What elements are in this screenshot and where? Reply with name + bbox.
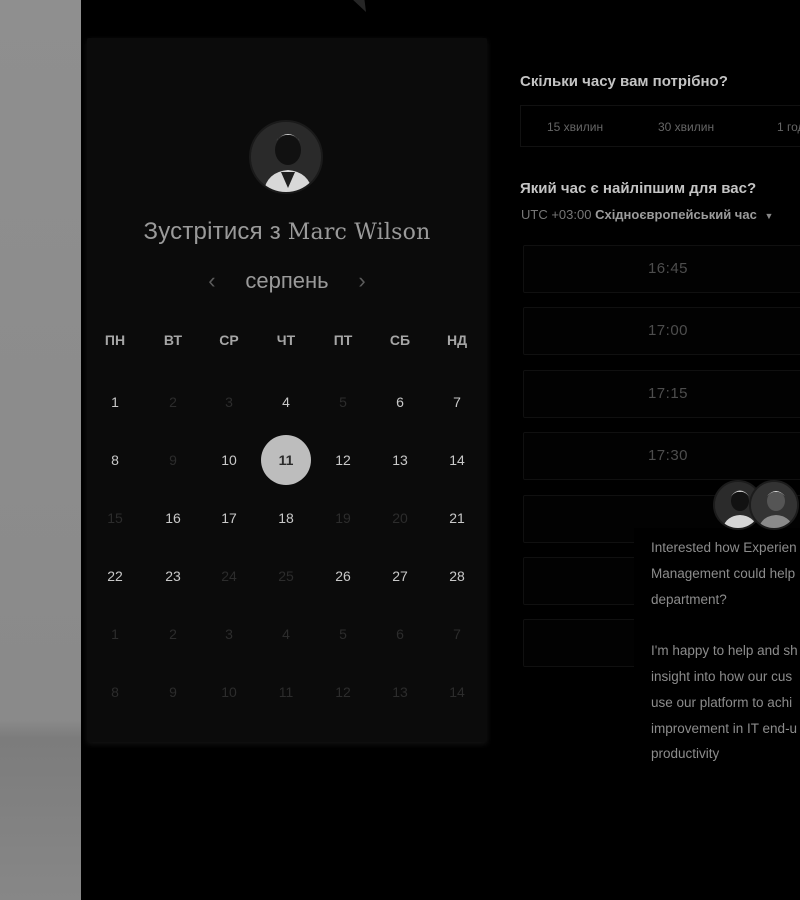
calendar-day[interactable]: 13 (380, 440, 420, 480)
chat-message-line: improvement in IT end-u (651, 720, 798, 736)
chat-message-line: Management could help (651, 565, 796, 581)
calendar-day: 14 (449, 684, 465, 700)
chat-message-line: Interested how Experien (651, 540, 797, 555)
chevron-right-icon[interactable]: › (351, 268, 373, 294)
calendar-day: 4 (282, 626, 290, 642)
calendar-day: 3 (225, 626, 233, 642)
time-slot[interactable]: 16:45 (523, 245, 800, 293)
chat-agent-avatar (749, 480, 799, 530)
calendar-day: 2 (169, 394, 177, 410)
duration-option[interactable]: 15 хвилин (547, 106, 603, 148)
time-slot[interactable]: 17:15 (523, 370, 800, 418)
timezone-selector[interactable]: UTC +03:00 Східноєвропейський час ▼ (521, 207, 773, 222)
month-navigation: ‹ серпень › (87, 268, 487, 298)
weekday-label: ЧТ (276, 332, 296, 348)
time-slot[interactable]: 17:30 (523, 432, 800, 480)
host-name: Marc Wilson (287, 220, 431, 245)
host-avatar (249, 120, 323, 194)
calendar-day: 9 (169, 452, 177, 468)
calendar-day-selected[interactable]: 11 (261, 435, 311, 485)
weekday-label: ПТ (333, 332, 353, 348)
calendar-day: 8 (111, 684, 119, 700)
timezone-offset: UTC +03:00 (521, 207, 592, 222)
duration-question: Скільки часу вам потрібно? (520, 73, 728, 90)
chat-message-line: I'm happy to help and sh (651, 643, 798, 659)
calendar-grid: 1 2 3 4 5 6 7 8 9 10 11 12 13 14 15 16 17 18 19 20 21 22 23 24 2… (87, 378, 487, 718)
calendar-day: 15 (107, 510, 123, 526)
time-question: Який час є найліпшим для вас? (520, 180, 757, 197)
calendar-day[interactable]: 17 (209, 498, 249, 538)
duration-option[interactable]: 1 год (777, 106, 800, 148)
brand-logo (353, 0, 366, 12)
calendar-day: 9 (169, 684, 177, 700)
calendar-day: 1 (111, 626, 119, 642)
calendar-day: 12 (335, 684, 351, 700)
calendar-day: 10 (221, 684, 237, 700)
left-background-strip (0, 0, 81, 900)
calendar-day: 11 (278, 684, 294, 700)
chat-agent-avatars (713, 480, 800, 532)
calendar-day[interactable]: 4 (266, 382, 306, 422)
calendar-day[interactable]: 14 (437, 440, 477, 480)
weekday-label: СБ (389, 332, 411, 348)
calendar-day: 5 (339, 394, 347, 410)
calendar-day: 7 (453, 626, 461, 642)
caret-down-icon: ▼ (764, 211, 774, 221)
chat-message-line: use our platform to achi (651, 694, 793, 710)
calendar-day: 13 (392, 684, 408, 700)
calendar-day[interactable]: 22 (95, 556, 135, 596)
weekday-label: СР (219, 332, 239, 348)
calendar-panel: Зустрітися з Marc Wilson ‹ серпень › ПН В… (87, 38, 487, 742)
calendar-day: 20 (392, 510, 408, 526)
calendar-day[interactable]: 10 (209, 440, 249, 480)
calendar-day: 6 (396, 626, 404, 642)
calendar-day: 25 (278, 568, 294, 584)
chat-message-line: productivity (651, 746, 720, 762)
meeting-title-prefix: Зустрітися з (143, 218, 281, 245)
calendar-day[interactable]: 6 (380, 382, 420, 422)
calendar-day[interactable]: 21 (437, 498, 477, 538)
calendar-day: 3 (225, 394, 233, 410)
meeting-title: Зустрітися з Marc Wilson (87, 218, 487, 246)
calendar-day[interactable]: 28 (437, 556, 477, 596)
calendar-day[interactable]: 26 (323, 556, 363, 596)
weekday-header: ПН ВТ СР ЧТ ПТ СБ НД (87, 332, 487, 352)
weekday-label: ВТ (163, 332, 183, 348)
calendar-day[interactable]: 23 (153, 556, 193, 596)
calendar-day: 19 (335, 510, 351, 526)
calendar-day[interactable]: 27 (380, 556, 420, 596)
timezone-name: Східноєвропейський час (595, 207, 757, 222)
chevron-left-icon[interactable]: ‹ (201, 268, 223, 294)
weekday-label: НД (446, 332, 468, 348)
chat-message-line: department? (651, 591, 727, 607)
duration-options: 15 хвилин 30 хвилин 1 год (520, 105, 800, 147)
duration-option[interactable]: 30 хвилин (658, 106, 714, 148)
calendar-day[interactable]: 12 (323, 440, 363, 480)
calendar-day[interactable]: 1 (95, 382, 135, 422)
calendar-day[interactable]: 18 (266, 498, 306, 538)
calendar-day: 24 (221, 568, 237, 584)
calendar-day[interactable]: 8 (95, 440, 135, 480)
time-slot[interactable]: 17:00 (523, 307, 800, 355)
chat-message-line: insight into how our cus (651, 669, 793, 684)
calendar-day[interactable]: 7 (437, 382, 477, 422)
calendar-day[interactable]: 16 (153, 498, 193, 538)
calendar-day: 2 (169, 626, 177, 642)
month-label: серпень (245, 268, 329, 293)
weekday-label: ПН (104, 332, 126, 348)
calendar-day: 5 (339, 626, 347, 642)
